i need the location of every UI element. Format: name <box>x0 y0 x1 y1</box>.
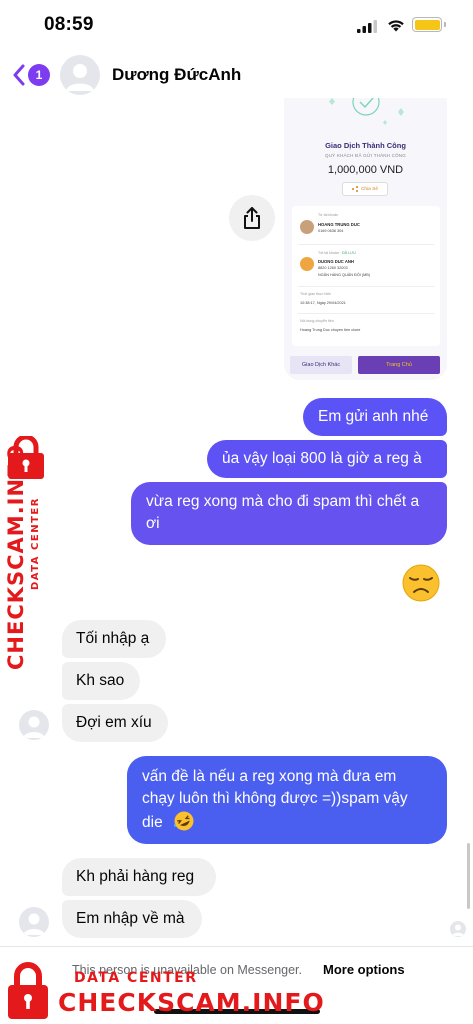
seen-receipt-avatar <box>450 921 466 937</box>
receipt-content-value: Hoang Trung Duc chuyen tien clone <box>300 328 361 332</box>
receipt-to-name: DUONG DUC ANH <box>318 259 354 264</box>
receipt-to-account: 8820 1260 32003 <box>318 266 348 270</box>
default-avatar-icon <box>66 64 94 91</box>
contact-avatar-small[interactable] <box>19 907 49 937</box>
receipt-to-label: Tới tài khoản · ĐÃ LƯU <box>318 251 356 255</box>
receipt-subtitle: QUÝ KHÁCH ĐÃ GỬI THÀNH CÔNG <box>325 153 406 158</box>
divider <box>298 244 434 245</box>
unread-badge: 1 <box>28 64 50 86</box>
watermark-brand-vertical-box: CHECKSCAM.INFO <box>4 444 28 670</box>
signal-icon <box>357 20 377 33</box>
back-button[interactable]: 1 <box>12 60 52 90</box>
receipt-time-label: Thời gian thực hiện <box>300 292 332 296</box>
divider <box>298 286 434 287</box>
rofl-emoji-icon <box>174 811 194 831</box>
watermark-subtitle-vertical-box: DATA CENTER <box>29 480 43 590</box>
outgoing-message[interactable]: vừa reg xong mà cho đi spam thì chết a ơ… <box>131 482 447 545</box>
receipt-share-label: Chia Sẻ <box>360 186 379 192</box>
watermark-brand: CHECKSCAM.INFO <box>58 988 325 1017</box>
disappointed-face-icon <box>402 564 440 602</box>
padlock-icon <box>8 962 48 1019</box>
more-options-link[interactable]: More options <box>323 962 405 977</box>
receipt-from-account: 0169 0636 304 <box>318 229 344 233</box>
chat-header: 1 Dương ĐứcAnh <box>0 52 473 98</box>
share-nodes-icon <box>351 186 358 192</box>
contact-name[interactable]: Dương ĐứcAnh <box>112 65 241 85</box>
watermark-subtitle: DATA CENTER <box>74 970 198 986</box>
outgoing-message[interactable]: ủa vậy loại 800 là giờ a reg à <box>207 440 447 478</box>
battery-tip <box>444 22 446 27</box>
receipt-from-name: HOANG TRUNG DUC <box>318 222 360 227</box>
contact-avatar-small[interactable] <box>19 710 49 740</box>
receipt-to-bank: NGÂN HÀNG QUÂN ĐỘI (MB) <box>318 273 371 277</box>
incoming-message[interactable]: Em nhập về mà <box>62 900 202 938</box>
watermark-subtitle-vertical: DATA CENTER <box>30 497 41 590</box>
status-time: 08:59 <box>44 14 94 35</box>
chevron-left-icon <box>13 64 25 86</box>
receipt-content-label: Nội dung chuyển tiền <box>300 319 334 323</box>
incoming-message[interactable]: Kh sao <box>62 662 140 700</box>
battery-icon <box>412 17 442 32</box>
outgoing-message[interactable]: Em gửi anh nhé <box>303 398 447 436</box>
status-bar: 08:59 <box>0 0 473 48</box>
share-button[interactable] <box>229 195 275 241</box>
share-icon <box>244 207 260 229</box>
receipt-home-button: Trang Chủ <box>358 356 440 374</box>
disappointed-emoji-message[interactable] <box>401 563 441 603</box>
receipt-share-chip: Chia Sẻ <box>342 182 388 196</box>
receipt-amount: 1,000,000 VND <box>327 164 404 176</box>
receipt-title: Giao Dịch Thành Công <box>325 141 406 150</box>
receipt-details-card: Từ tài khoản HOANG TRUNG DUC 0169 0636 3… <box>292 206 440 346</box>
divider <box>298 313 434 314</box>
scrollbar[interactable] <box>467 843 470 909</box>
receipt-time-value: 10:38:17, Ngày 29/04/2021 <box>300 301 346 305</box>
outgoing-message[interactable]: vấn đề là nếu a reg xong mà đưa em chạy … <box>127 756 447 844</box>
default-avatar-icon <box>23 913 45 935</box>
default-avatar-icon <box>452 924 464 936</box>
incoming-message[interactable]: Tối nhập ạ <box>62 620 166 658</box>
watermark-vertical: CHECKSCAM.INFO DATA CENTER <box>2 432 52 672</box>
watermark-brand-vertical: CHECKSCAM.INFO <box>4 443 28 670</box>
receipt-from-label: Từ tài khoản <box>318 213 339 217</box>
shared-receipt-image[interactable]: Giao Dịch Thành Công QUÝ KHÁCH ĐÃ GỬI TH… <box>284 98 447 380</box>
incoming-message[interactable]: Kh phải hàng reg <box>62 858 216 896</box>
incoming-message[interactable]: Đợi em xíu <box>62 704 168 742</box>
default-avatar-icon <box>23 716 45 738</box>
receipt-other-button: Giao Dịch Khác <box>290 356 352 374</box>
wifi-icon <box>388 20 404 32</box>
receiver-avatar <box>300 257 314 271</box>
sender-avatar <box>300 220 314 234</box>
contact-avatar[interactable] <box>60 55 100 95</box>
